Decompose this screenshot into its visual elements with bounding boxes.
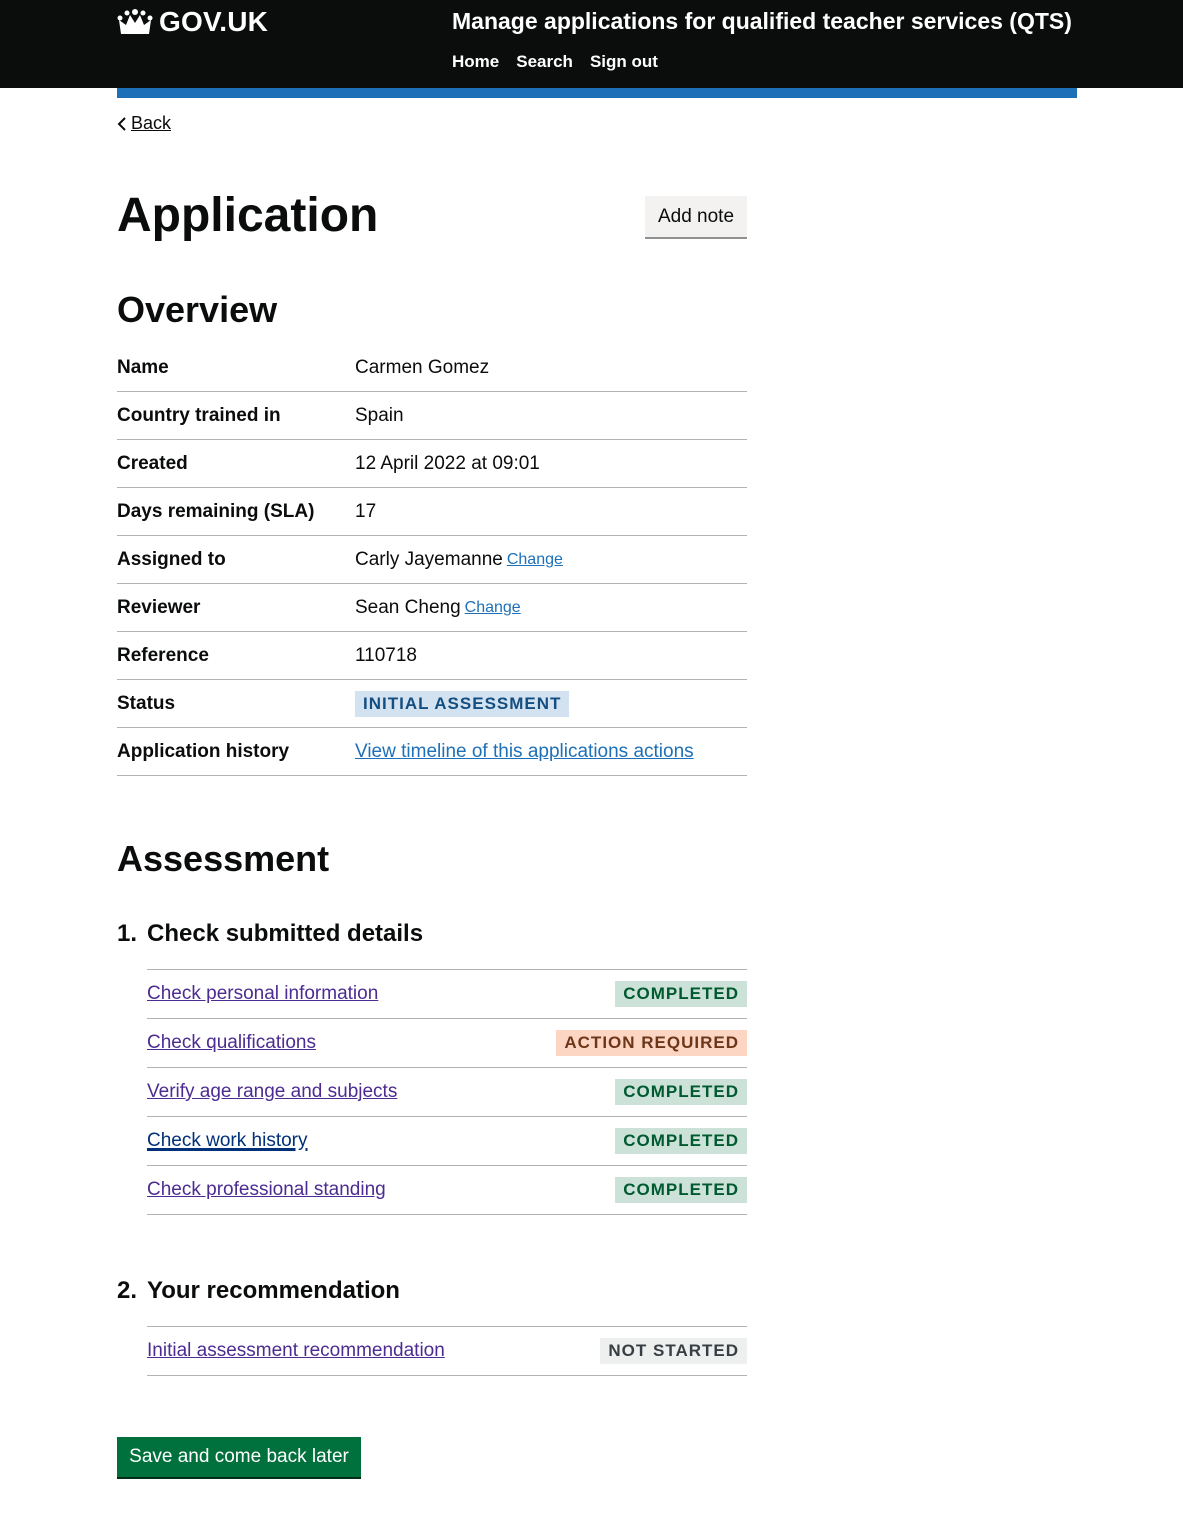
- save-and-come-back-later-button[interactable]: Save and come back later: [117, 1437, 361, 1477]
- summary-value: 12 April 2022 at 09:01: [355, 452, 540, 474]
- summary-key: Days remaining (SLA): [117, 500, 315, 522]
- status-badge: NOT STARTED: [600, 1338, 747, 1364]
- task-item: Check personal information COMPLETED: [147, 970, 747, 1019]
- status-badge: COMPLETED: [615, 1128, 747, 1154]
- summary-key: Application history: [117, 740, 290, 762]
- summary-value: 17: [355, 500, 377, 522]
- summary-key: Assigned to: [117, 548, 226, 570]
- status-badge: INITIAL ASSESSMENT: [355, 690, 570, 717]
- task-link-check-work-history[interactable]: Check work history: [147, 1130, 308, 1152]
- task-item: Verify age range and subjects COMPLETED: [147, 1068, 747, 1117]
- section-heading-your-recommendation: 2. Your recommendation: [117, 1277, 400, 1305]
- assessment-heading: Assessment: [117, 838, 330, 879]
- summary-row-application-history: Application history View timeline of thi…: [117, 728, 747, 776]
- overview-summary-list: Name Carmen Gomez Country trained in Spa…: [117, 344, 747, 776]
- summary-row-status: Status INITIAL ASSESSMENT: [117, 680, 747, 728]
- header-blue-bar: [117, 88, 1077, 98]
- task-link-check-qualifications[interactable]: Check qualifications: [147, 1032, 316, 1054]
- summary-row-country: Country trained in Spain: [117, 392, 747, 440]
- summary-value: Sean Cheng Change: [355, 597, 521, 619]
- crown-icon: [117, 9, 153, 34]
- nav-sign-out[interactable]: Sign out: [590, 52, 658, 72]
- change-reviewer-link[interactable]: Change: [465, 599, 521, 617]
- summary-key: Created: [117, 452, 188, 474]
- task-item: Initial assessment recommendation NOT ST…: [147, 1327, 747, 1376]
- summary-key: Status: [117, 692, 176, 714]
- summary-key: Country trained in: [117, 404, 281, 426]
- summary-key: Name: [117, 356, 169, 378]
- logo-text: GOV.UK: [159, 6, 269, 37]
- back-link[interactable]: Back: [131, 113, 171, 134]
- summary-value: Spain: [355, 404, 404, 426]
- nav-home[interactable]: Home: [452, 52, 499, 72]
- summary-key: Reference: [117, 644, 209, 666]
- section-title: Your recommendation: [147, 1277, 400, 1304]
- change-assignee-link[interactable]: Change: [507, 551, 563, 569]
- summary-value: INITIAL ASSESSMENT: [355, 690, 570, 717]
- section-title: Check submitted details: [147, 920, 424, 947]
- summary-row-created: Created 12 April 2022 at 09:01: [117, 440, 747, 488]
- assignee-name: Carly Jayemanne: [355, 548, 503, 570]
- view-timeline-link[interactable]: View timeline of this applications actio…: [355, 741, 694, 763]
- task-link-check-professional-standing[interactable]: Check professional standing: [147, 1179, 386, 1201]
- summary-row-reviewer: Reviewer Sean Cheng Change: [117, 584, 747, 632]
- summary-row-days-remaining: Days remaining (SLA) 17: [117, 488, 747, 536]
- status-badge: COMPLETED: [615, 1177, 747, 1203]
- task-item: Check professional standing COMPLETED: [147, 1166, 747, 1215]
- summary-value: Carly Jayemanne Change: [355, 549, 563, 571]
- nav-search[interactable]: Search: [516, 52, 573, 72]
- section-number: 2.: [117, 1277, 138, 1304]
- task-list-your-recommendation: Initial assessment recommendation NOT ST…: [147, 1326, 747, 1376]
- task-link-check-personal-information[interactable]: Check personal information: [147, 983, 378, 1005]
- summary-value: Carmen Gomez: [355, 356, 490, 378]
- status-badge: COMPLETED: [615, 1079, 747, 1105]
- page-title: Application: [117, 189, 379, 242]
- status-badge: COMPLETED: [615, 981, 747, 1007]
- task-list-check-submitted-details: Check personal information COMPLETED Che…: [147, 969, 747, 1215]
- back-link-container: Back: [117, 113, 171, 134]
- task-link-verify-age-range-and-subjects[interactable]: Verify age range and subjects: [147, 1081, 397, 1103]
- task-item: Check work history COMPLETED: [147, 1117, 747, 1166]
- chevron-left-icon: [117, 116, 126, 131]
- header-nav: Home Search Sign out: [452, 52, 675, 72]
- task-item: Check qualifications ACTION REQUIRED: [147, 1019, 747, 1068]
- overview-heading: Overview: [117, 289, 278, 330]
- reviewer-name: Sean Cheng: [355, 596, 461, 618]
- summary-value: 110718: [355, 644, 417, 666]
- summary-row-assigned-to: Assigned to Carly Jayemanne Change: [117, 536, 747, 584]
- site-header: GOV.UK Manage applications for qualified…: [0, 0, 1183, 88]
- task-link-initial-assessment-recommendation[interactable]: Initial assessment recommendation: [147, 1340, 445, 1362]
- summary-row-name: Name Carmen Gomez: [117, 344, 747, 392]
- section-number: 1.: [117, 920, 138, 947]
- section-heading-check-submitted-details: 1. Check submitted details: [117, 920, 423, 948]
- summary-key: Reviewer: [117, 596, 201, 618]
- service-name[interactable]: Manage applications for qualified teache…: [452, 8, 1072, 35]
- summary-row-reference: Reference 110718: [117, 632, 747, 680]
- status-badge: ACTION REQUIRED: [556, 1030, 747, 1056]
- summary-value: View timeline of this applications actio…: [355, 741, 694, 763]
- govuk-logo-link[interactable]: GOV.UK: [117, 5, 268, 39]
- add-note-button[interactable]: Add note: [645, 196, 747, 237]
